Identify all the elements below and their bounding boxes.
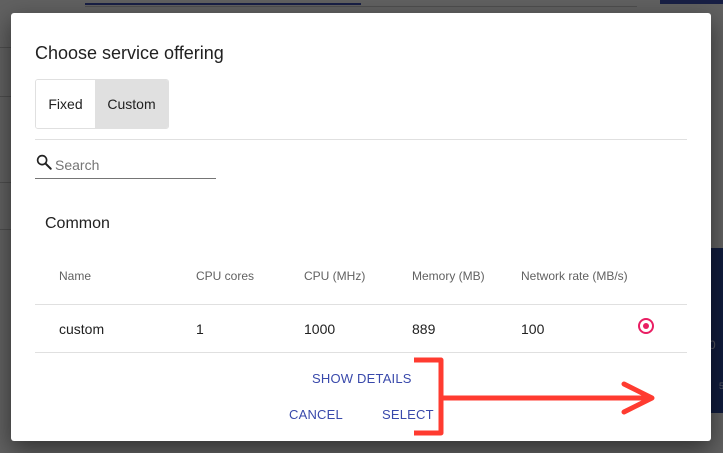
radio-selected-dot [643, 323, 649, 329]
cell-memory: 889 [412, 321, 436, 337]
table-row-divider [35, 352, 687, 353]
column-header-network-rate: Network rate (MB/s) [521, 269, 628, 283]
dialog-title: Choose service offering [35, 43, 224, 63]
select-button[interactable]: SELECT [382, 407, 434, 422]
column-header-cpu-mhz: CPU (MHz) [304, 269, 366, 283]
service-offering-dialog: Choose service offering Fixed Custom Com… [11, 13, 711, 441]
section-title-common: Common [45, 215, 110, 232]
cell-cpu-mhz: 1000 [304, 321, 336, 337]
cell-network-rate: 100 [521, 321, 545, 337]
column-header-memory: Memory (MB) [412, 269, 485, 283]
toggle-custom-button[interactable]: Custom [95, 80, 168, 128]
toggle-fixed-button[interactable]: Fixed [36, 80, 95, 128]
table-row-divider [35, 304, 687, 305]
search-icon [36, 154, 52, 170]
cell-name: custom [59, 321, 105, 337]
cancel-button[interactable]: CANCEL [289, 407, 343, 422]
cell-cpu-cores: 1 [196, 321, 204, 337]
offering-type-toggle: Fixed Custom [35, 79, 169, 129]
show-details-button[interactable]: SHOW DETAILS [312, 371, 412, 386]
search-underline [35, 178, 216, 179]
column-header-cpu-cores: CPU cores [196, 269, 255, 283]
row-select-radio[interactable] [638, 318, 654, 334]
search-input[interactable] [55, 155, 215, 175]
column-header-name: Name [59, 269, 92, 283]
divider [35, 139, 687, 140]
